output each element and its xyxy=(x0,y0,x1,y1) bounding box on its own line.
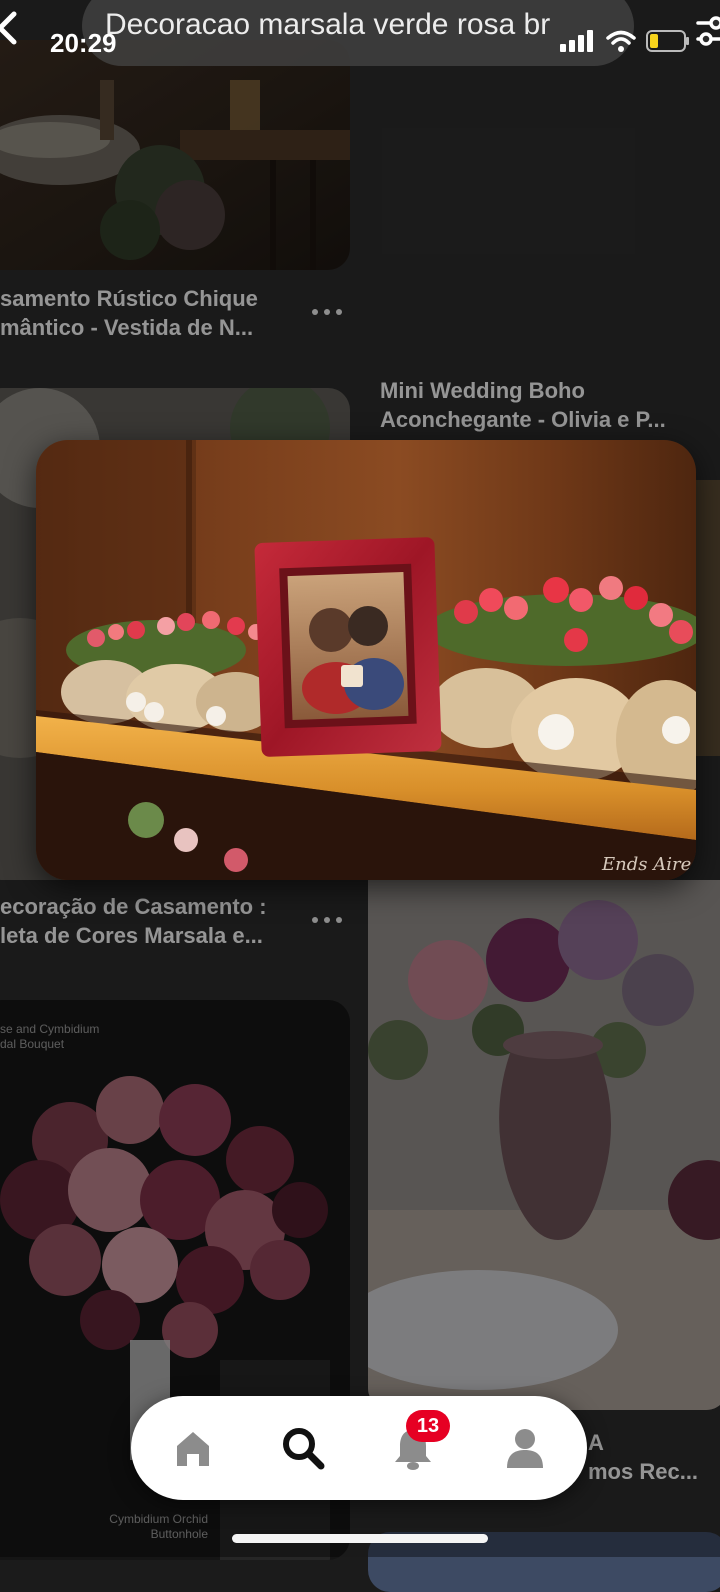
back-arrow-icon[interactable] xyxy=(0,8,24,48)
home-indicator xyxy=(232,1534,488,1543)
home-icon xyxy=(177,1432,209,1466)
top-bar: Decoracao marsala verde rosa br 20:29 xyxy=(0,0,720,66)
pin-title-marsala[interactable]: ecoração de Casamento : leta de Cores Ma… xyxy=(0,892,300,950)
notification-count-badge: 13 xyxy=(406,1410,450,1442)
pin-title-line: mântico - Vestida de N... xyxy=(0,315,254,340)
pin-photo xyxy=(368,880,720,1410)
nav-profile-button[interactable] xyxy=(495,1418,555,1478)
pin-title-line: ecoração de Casamento : xyxy=(0,894,267,919)
focused-pin-card[interactable]: Ends Aires xyxy=(36,440,696,880)
pin-photo xyxy=(0,40,350,270)
nav-search-button[interactable] xyxy=(273,1418,333,1478)
cellular-signal-icon xyxy=(560,30,593,52)
buttonhole-caption-line: Buttonhole xyxy=(150,1527,208,1541)
pin-title-line: A xyxy=(588,1430,604,1455)
pin-title-line: Aconchegante - Olivia e P... xyxy=(380,407,666,432)
pin-title-boho[interactable]: Mini Wedding Boho Aconchegante - Olivia … xyxy=(380,376,720,434)
status-time: 20:29 xyxy=(50,28,117,58)
pin-title-line: mos Rec... xyxy=(588,1459,699,1484)
nav-home-button[interactable] xyxy=(163,1418,223,1478)
search-icon xyxy=(283,1428,325,1470)
search-query[interactable]: Decoracao marsala verde rosa br xyxy=(105,8,575,42)
bouquet-caption-line: dal Bouquet xyxy=(0,1037,65,1051)
pin-title-line: leta de Cores Marsala e... xyxy=(0,923,263,948)
pin-title-line: Mini Wedding Boho xyxy=(380,378,585,403)
bouquet-caption-line: se and Cymbidium xyxy=(0,1022,100,1036)
bouquet-caption: se and Cymbidium dal Bouquet xyxy=(0,1022,99,1052)
status-icons xyxy=(560,30,690,52)
pin-title-rustic[interactable]: samento Rústico Chique mântico - Vestida… xyxy=(0,284,300,342)
profile-icon xyxy=(507,1429,543,1468)
more-options-button[interactable] xyxy=(312,910,342,930)
buttonhole-caption-line: Cymbidium Orchid xyxy=(109,1512,208,1526)
bottom-navigation-bar xyxy=(131,1396,587,1500)
wifi-icon xyxy=(606,30,636,52)
pin-image-rustic[interactable] xyxy=(0,40,350,270)
more-options-button[interactable] xyxy=(312,302,342,322)
buttonhole-caption: Cymbidium Orchid Buttonhole xyxy=(84,1512,208,1542)
pin-image-vase[interactable] xyxy=(368,880,720,1410)
battery-icon xyxy=(646,30,689,52)
filter-icon[interactable] xyxy=(694,14,720,48)
photo-watermark: Ends Aires xyxy=(601,854,696,875)
focused-pin-photo: Ends Aires xyxy=(36,440,696,880)
pin-title-line: samento Rústico Chique xyxy=(0,286,258,311)
pin-title-vase[interactable]: A mos Rec... xyxy=(588,1428,720,1486)
